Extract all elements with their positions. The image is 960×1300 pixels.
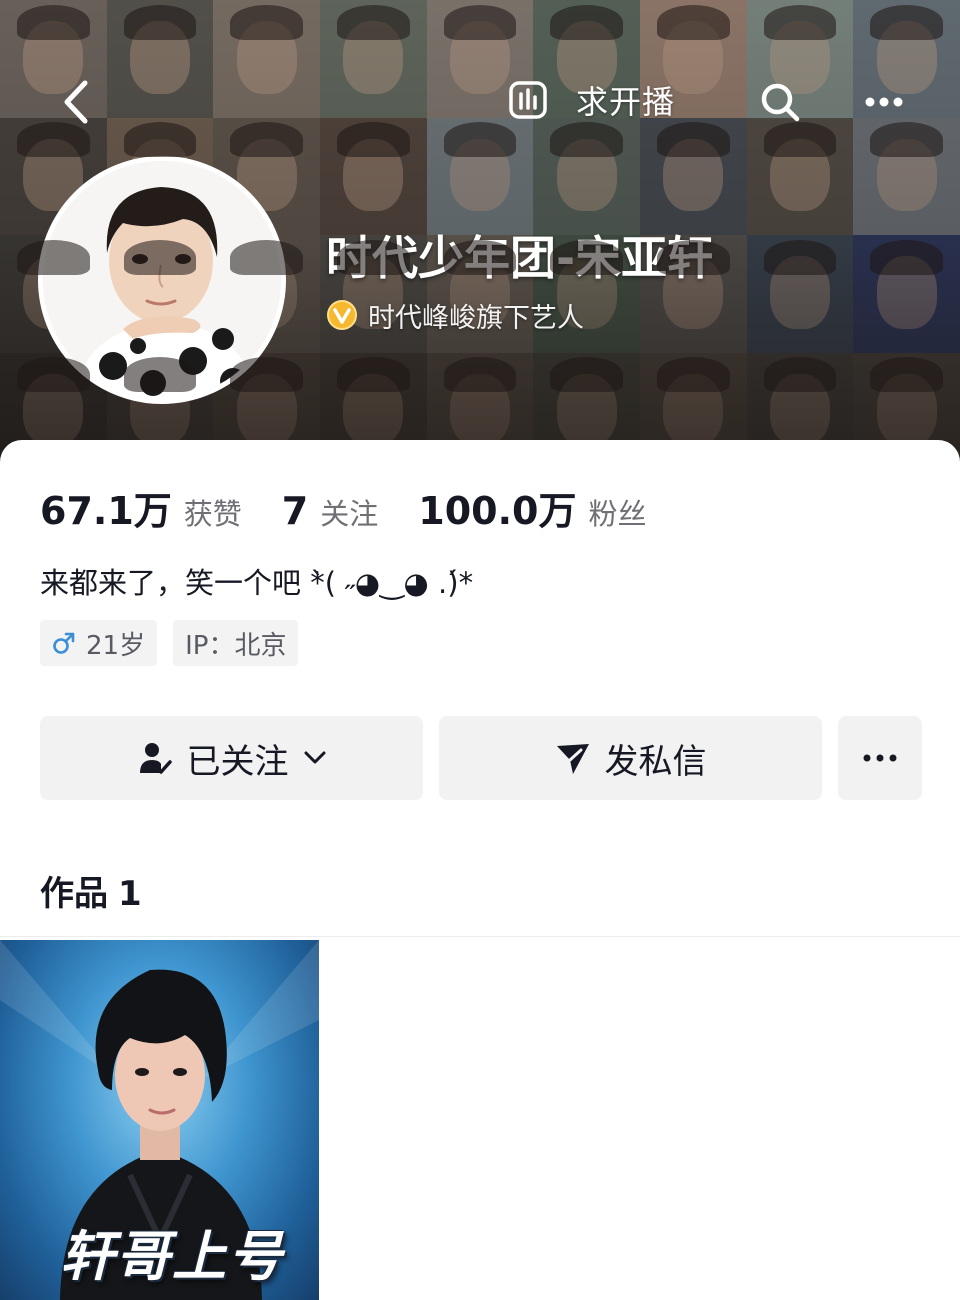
send-message-button[interactable]: 发私信 [439,716,822,800]
stat-following-value: 7 [281,489,309,533]
bar-chart-icon [509,81,547,119]
stat-following[interactable]: 7 关注 [282,489,378,533]
more-horizontal-icon [865,97,903,107]
send-message-label: 发私信 [604,741,707,782]
profile-more-button[interactable] [838,716,922,800]
profile-tags: 21岁 IP：北京 [40,620,299,668]
age-text: 21岁 [86,630,146,661]
works-tab[interactable]: 作品 1 [40,866,142,915]
following-label: 已关注 [186,741,289,782]
back-arrow-icon [64,80,88,124]
chevron-down-icon [304,751,325,764]
stat-likes[interactable]: 67.1万 获赞 [40,480,242,535]
works-divider [0,936,960,937]
profile-card: 67.1万 获赞 7 关注 100.0万 粉丝 来都来了，笑一个吧 *̀( ˶◕… [0,440,960,1300]
profile-actions: 已关注 发私信 [40,716,922,800]
stat-followers-value: 100.0万 [418,489,577,533]
paper-plane-icon [556,744,589,774]
ip-location-tag: IP：北京 [173,620,299,666]
stat-followers[interactable]: 100.0万 粉丝 [418,480,646,535]
works-count: 1 [118,874,142,914]
request-live-label: 求开播 [576,83,676,121]
work-thumbnail[interactable]: 轩哥上号 [0,940,319,1300]
works-tab-label: 作品 [40,874,108,914]
male-icon [53,632,75,654]
search-icon [761,83,800,122]
verified-badge-icon [327,300,357,330]
user-check-icon [139,743,172,774]
following-button[interactable]: 已关注 [40,716,423,800]
verification-text: 时代峰峻旗下艺人 [368,302,584,334]
stat-followers-label: 粉丝 [588,497,647,531]
more-horizontal-icon [863,754,897,762]
ip-text: IP：北京 [185,630,287,661]
profile-stats: 67.1万 获赞 7 关注 100.0万 粉丝 [40,480,686,533]
stat-likes-label: 获赞 [183,497,242,531]
profile-page: 求开播 时代少年团-宋亚轩 时代峰峻旗下艺人 67.1万 获赞 7 关注 100… [0,0,960,1300]
stat-following-label: 关注 [320,497,379,531]
profile-bio: 来都来了，笑一个吧 *̀( ˶◕‿◕ .)́* [40,566,474,600]
verification-row[interactable]: 时代峰峻旗下艺人 [326,296,584,334]
stat-likes-value: 67.1万 [40,489,172,533]
request-live-button[interactable]: 求开播 [508,72,675,128]
gender-age-tag: 21岁 [40,620,158,666]
work-caption: 轩哥上号 [60,1225,284,1288]
